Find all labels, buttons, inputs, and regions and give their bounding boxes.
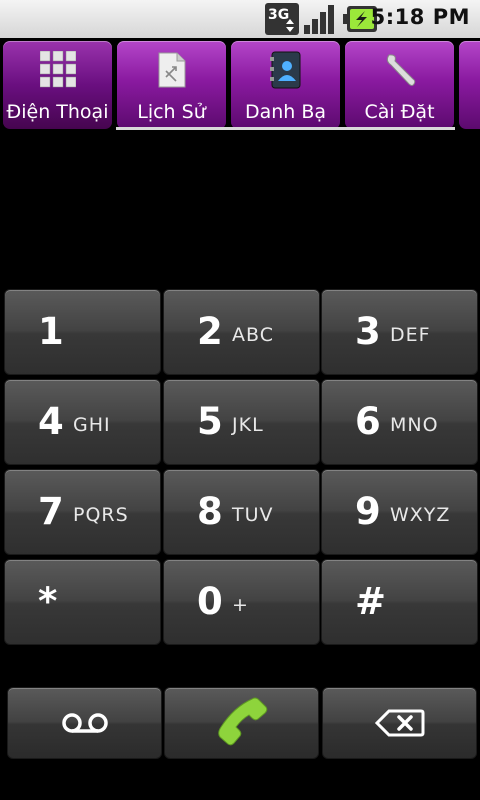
dialpad-icon <box>39 50 76 93</box>
key-digit: 6 <box>355 400 381 443</box>
status-bar: 3G 5:18 PM <box>0 0 480 38</box>
voicemail-icon <box>61 713 108 733</box>
backspace-icon <box>374 709 424 737</box>
key-8[interactable]: 8 TUV <box>163 469 320 555</box>
key-letters: JKL <box>232 414 264 436</box>
key-digit: 4 <box>38 400 64 443</box>
tab-label: Lịch Sử <box>137 101 206 123</box>
signal-strength-icon <box>303 3 337 39</box>
key-letters: GHI <box>73 414 111 436</box>
tab-settings[interactable]: Cài Đặt <box>345 41 454 129</box>
key-letters: MNO <box>390 414 439 436</box>
key-digit: 1 <box>38 310 64 353</box>
key-letters: WXYZ <box>390 504 451 526</box>
network-type-label: 3G <box>268 7 289 23</box>
tab-underline <box>116 127 455 130</box>
key-7[interactable]: 7 PQRS <box>4 469 161 555</box>
tab-phone[interactable]: Điện Thoại <box>3 41 112 129</box>
call-log-icon <box>157 51 187 93</box>
wrench-icon <box>383 51 417 93</box>
key-digit: 7 <box>38 490 64 533</box>
key-4[interactable]: 4 GHI <box>4 379 161 465</box>
key-letters: + <box>232 594 249 616</box>
phone-handset-icon <box>217 697 267 746</box>
tab-label: Danh Bạ <box>244 101 327 123</box>
call-button[interactable] <box>164 687 319 759</box>
key-5[interactable]: 5 JKL <box>163 379 320 465</box>
network-3g-icon: 3G <box>265 3 299 39</box>
key-letters: PQRS <box>73 504 129 526</box>
key-3[interactable]: 3 DEF <box>321 289 478 375</box>
tab-label: Cài Đặt <box>364 101 435 123</box>
voicemail-button[interactable] <box>7 687 162 759</box>
key-letters: TUV <box>232 504 274 526</box>
tab-contacts[interactable]: Danh Bạ <box>231 41 340 129</box>
tab-bar: Điện Thoại Lịch Sử Danh Bạ Cài Đặt <box>0 38 480 132</box>
key-9[interactable]: 9 WXYZ <box>321 469 478 555</box>
key-digit: 0 <box>197 580 223 623</box>
key-star[interactable]: * <box>4 559 161 645</box>
key-2[interactable]: 2 ABC <box>163 289 320 375</box>
key-digit: 5 <box>197 400 223 443</box>
key-letters: ABC <box>232 324 274 346</box>
key-pound[interactable]: # <box>321 559 478 645</box>
key-digit: # <box>355 580 387 623</box>
key-digit: 8 <box>197 490 223 533</box>
tab-label: Điện Thoại <box>6 101 109 123</box>
key-digit: * <box>38 580 58 623</box>
key-digit: 3 <box>355 310 381 353</box>
key-0[interactable]: 0 + <box>163 559 320 645</box>
clock: 5:18 PM <box>370 5 470 29</box>
key-letters: DEF <box>390 324 431 346</box>
delete-button[interactable] <box>322 687 477 759</box>
tab-call-log[interactable]: Lịch Sử <box>117 41 226 129</box>
key-6[interactable]: 6 MNO <box>321 379 478 465</box>
key-digit: 2 <box>197 310 223 353</box>
key-1[interactable]: 1 <box>4 289 161 375</box>
key-digit: 9 <box>355 490 381 533</box>
tab-more[interactable] <box>459 41 480 129</box>
contacts-icon <box>269 51 302 93</box>
